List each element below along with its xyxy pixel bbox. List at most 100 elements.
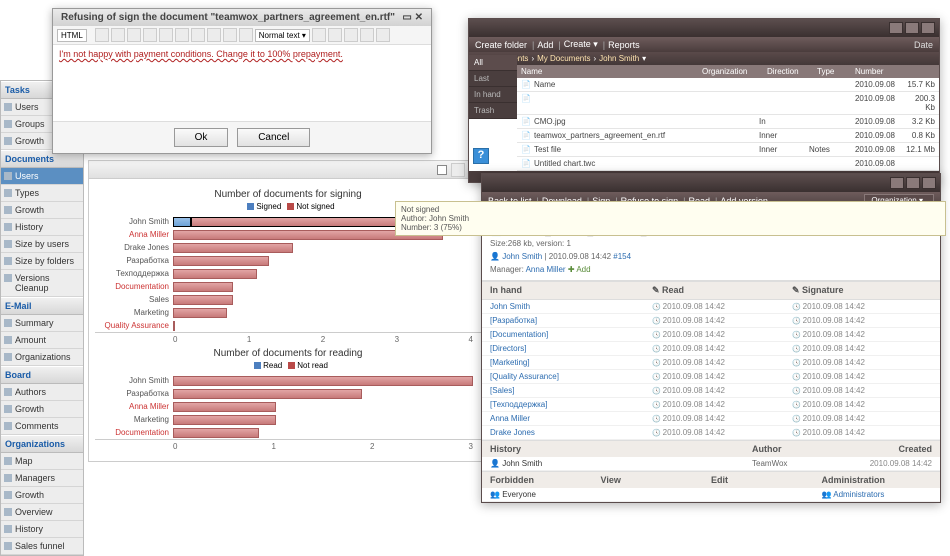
user-link[interactable]: Anna Miller	[490, 414, 652, 423]
sidebar-item-versions-cleanup[interactable]: Versions Cleanup	[1, 270, 83, 297]
undo-icon[interactable]	[95, 28, 109, 42]
editor-body[interactable]: I'm not happy with payment conditions. C…	[53, 45, 431, 121]
html-tab[interactable]: HTML	[57, 29, 87, 42]
table-row[interactable]: 2010.09.08200.3 Kb	[517, 92, 939, 115]
history-user[interactable]: 👤 John Smith	[490, 459, 752, 468]
sidebar-item-size-users[interactable]: Size by users	[1, 236, 83, 253]
table-row[interactable]: teamwox_partners_agreement_en.rtfInner 2…	[517, 129, 939, 143]
sidebar-item-board-growth[interactable]: Growth	[1, 401, 83, 418]
list-icon[interactable]	[191, 28, 205, 42]
user-link[interactable]: [Quality Assurance]	[490, 372, 652, 381]
table-row[interactable]: Test fileInner Notes2010.09.0812.1 Mb	[517, 143, 939, 157]
table-row[interactable]: CMO.jpgIn 2010.09.083.2 Kb	[517, 115, 939, 129]
window-close-icon[interactable]	[921, 22, 935, 34]
format-select[interactable]: Normal text ▾	[255, 29, 310, 42]
col-dir[interactable]: Direction	[763, 65, 813, 78]
inhand-row: [Техподдержка] 2010.09.08 14:42 2010.09.…	[482, 398, 940, 412]
sidebar-item-map[interactable]: Map	[1, 453, 83, 470]
sidebar-item-overview[interactable]: Overview	[1, 504, 83, 521]
table-row[interactable]: Name 2010.09.0815.7 Kb	[517, 78, 939, 92]
sidebar-item-org-history[interactable]: History	[1, 521, 83, 538]
col-type[interactable]: Type	[813, 65, 851, 78]
window-maximize-icon[interactable]	[905, 22, 919, 34]
sidebar-item-org-growth[interactable]: Growth	[1, 487, 83, 504]
sidebar-item-sales-funnel[interactable]: Sales funnel	[1, 538, 83, 555]
sidebar-item-orgs[interactable]: Organizations	[1, 349, 83, 366]
inhand-row: Anna Miller 2010.09.08 14:42 2010.09.08 …	[482, 412, 940, 426]
sidebar-section-email[interactable]: E-Mail	[1, 297, 83, 315]
user-link[interactable]: [Directors]	[490, 344, 652, 353]
nav-trash[interactable]: Trash	[469, 103, 517, 119]
user-link[interactable]: John Smith	[490, 302, 652, 311]
help-icon[interactable]: ?	[473, 148, 489, 164]
crumb-user[interactable]: John Smith	[599, 54, 639, 63]
nav-all[interactable]: All	[469, 55, 517, 71]
inhand-row: Drake Jones 2010.09.08 14:42 2010.09.08 …	[482, 426, 940, 440]
window-maximize-icon[interactable]	[906, 177, 920, 189]
manager-link[interactable]: Anna Miller	[526, 265, 566, 274]
chart-title: Number of documents for signing	[95, 185, 481, 202]
sidebar-item-authors[interactable]: Authors	[1, 384, 83, 401]
cancel-button[interactable]: Cancel	[237, 128, 310, 147]
date-column-label: Date	[914, 40, 933, 50]
doc-number[interactable]: #154	[613, 252, 631, 261]
window-close-icon[interactable]	[922, 177, 936, 189]
col-num[interactable]: Number	[851, 65, 899, 78]
checkbox-icon[interactable]	[437, 165, 447, 175]
user-link[interactable]: [Sales]	[490, 386, 652, 395]
documents-window: Create folder| Add| Create ▾| Reports Da…	[468, 18, 940, 183]
file-rows: Name Organization Direction Type Number …	[517, 65, 939, 171]
crumb-mydocs[interactable]: My Documents	[537, 54, 590, 63]
sidebar-item-doc-users[interactable]: Users	[1, 168, 83, 185]
indent-icon[interactable]	[223, 28, 237, 42]
strike-icon[interactable]	[175, 28, 189, 42]
sidebar-item-history[interactable]: History	[1, 219, 83, 236]
author-link[interactable]: John Smith	[502, 252, 542, 261]
dialog-title: Refusing of sign the document "teamwox_p…	[53, 9, 431, 26]
sidebar-section-board[interactable]: Board	[1, 366, 83, 384]
history-row: 👤 John Smith TeamWox 2010.09.08 14:42	[482, 457, 940, 471]
user-link[interactable]: [Documentation]	[490, 330, 652, 339]
sidebar-item-comments[interactable]: Comments	[1, 418, 83, 435]
numlist-icon[interactable]	[207, 28, 221, 42]
minimize-icon[interactable]	[451, 163, 465, 177]
user-link[interactable]: [Техподдержка]	[490, 400, 652, 409]
sidebar-item-doc-growth[interactable]: Growth	[1, 202, 83, 219]
window-minimize-icon[interactable]	[889, 22, 903, 34]
col-org[interactable]: Organization	[698, 65, 763, 78]
nav-inhand[interactable]: In hand	[469, 87, 517, 103]
color-icon[interactable]	[312, 28, 326, 42]
sidebar-item-size-folders[interactable]: Size by folders	[1, 253, 83, 270]
emoji-icon[interactable]	[376, 28, 390, 42]
refuse-sign-dialog: Refusing of sign the document "teamwox_p…	[52, 8, 432, 154]
table-row[interactable]: Untitled chart.twc 2010.09.08	[517, 157, 939, 171]
create-folder-link[interactable]: Create folder	[475, 40, 527, 50]
detail-titlebar	[482, 174, 940, 192]
link-icon[interactable]	[328, 28, 342, 42]
sidebar-item-types[interactable]: Types	[1, 185, 83, 202]
add-manager-link[interactable]: ✚ Add	[568, 265, 591, 274]
sidebar-item-amount[interactable]: Amount	[1, 332, 83, 349]
window-minimize-icon[interactable]	[890, 177, 904, 189]
sidebar-item-managers[interactable]: Managers	[1, 470, 83, 487]
nav-last[interactable]: Last	[469, 71, 517, 87]
image-icon[interactable]	[344, 28, 358, 42]
ok-button[interactable]: Ok	[174, 128, 229, 147]
sidebar-section-organizations[interactable]: Organizations	[1, 435, 83, 453]
table-icon[interactable]	[360, 28, 374, 42]
add-link[interactable]: Add	[537, 40, 553, 50]
italic-icon[interactable]	[143, 28, 157, 42]
create-dropdown[interactable]: Create ▾	[564, 39, 598, 50]
reports-link[interactable]: Reports	[608, 40, 640, 50]
chart-bar-row: Разработка	[173, 254, 473, 267]
bold-icon[interactable]	[127, 28, 141, 42]
redo-icon[interactable]	[111, 28, 125, 42]
sidebar-item-summary[interactable]: Summary	[1, 315, 83, 332]
user-link[interactable]: [Marketing]	[490, 358, 652, 367]
col-name[interactable]: Name	[517, 65, 698, 78]
outdent-icon[interactable]	[239, 28, 253, 42]
underline-icon[interactable]	[159, 28, 173, 42]
user-link[interactable]: [Разработка]	[490, 316, 652, 325]
user-link[interactable]: Drake Jones	[490, 428, 652, 437]
dialog-controls[interactable]: ▭ ✕	[402, 12, 423, 23]
